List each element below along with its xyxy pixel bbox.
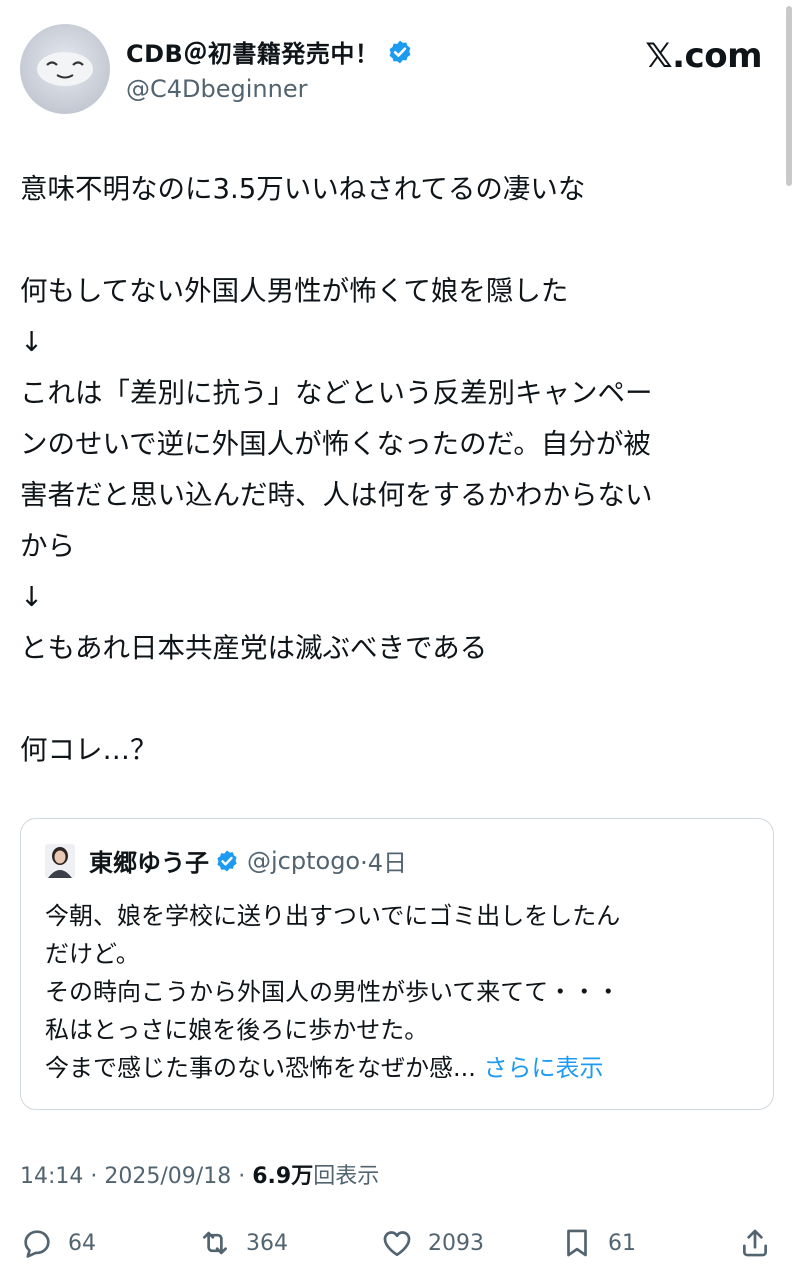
action-bar: 64 364 2093 61 (20, 1226, 776, 1270)
tweet-line: 何もしてない外国人男性が怖くて娘を隠した (20, 275, 569, 307)
like-button[interactable]: 2093 (380, 1226, 484, 1260)
tweet-header: CDB＠初書籍発売中！ @C4Dbeginner 𝕏.com (20, 24, 762, 116)
avatar[interactable] (20, 24, 110, 114)
share-button[interactable] (738, 1226, 772, 1260)
verified-badge-icon (217, 850, 237, 871)
quoted-time: ·4日 (360, 849, 408, 877)
quoted-line-last: 今まで感じた事のない恐怖をなぜか感... さらに表示 (45, 1049, 620, 1087)
author-handle[interactable]: @C4Dbeginner (126, 75, 413, 103)
tweet-line: 害者だと思い込んだ時、人は何をするかわからない (20, 479, 653, 511)
like-count: 2093 (428, 1230, 484, 1256)
tweet-line: ともあれ日本共産党は滅ぶべきである (20, 632, 488, 664)
quoted-line: 今まで感じた事のない恐怖をなぜか感... (45, 1054, 476, 1082)
tweet-line: これは「差別に抗う」などという反差別キャンペー (20, 377, 653, 409)
meta-separator: · (238, 1164, 246, 1189)
quoted-line: その時向こうから外国人の男性が歩いて来てて・・・ (45, 978, 621, 1006)
quoted-handle[interactable]: @jcptogo (247, 847, 360, 875)
heart-icon (383, 1231, 411, 1257)
quoted-avatar[interactable] (45, 843, 75, 878)
reply-button[interactable]: 64 (20, 1226, 96, 1260)
tweet-line: ↓ (20, 326, 44, 358)
bookmark-button[interactable]: 61 (560, 1226, 636, 1260)
view-count-suffix: 回表示 (313, 1164, 380, 1189)
tweet-line: 何コレ…？ (20, 734, 158, 766)
avatar-face-icon (37, 52, 93, 86)
quoted-body: 今朝、娘を学校に送り出すついでにゴミ出しをしたん だけど。 その時向こうから外国… (45, 897, 620, 1087)
quoted-line: だけど。 (45, 940, 140, 968)
quoted-display-name[interactable]: 東郷ゆう子 (89, 843, 209, 878)
retweet-button[interactable]: 364 (198, 1226, 288, 1260)
tweet-line: 意味不明なのに3.5万いいねされてるの凄いな (20, 173, 586, 205)
tweet-line: ↓ (20, 581, 44, 613)
retweet-icon (203, 1231, 227, 1255)
bookmark-icon (567, 1229, 587, 1257)
tweet-date[interactable]: 2025/09/18 (104, 1164, 231, 1189)
quoted-line: 今朝、娘を学校に送り出すついでにゴミ出しをしたん (45, 902, 621, 930)
reply-icon (24, 1230, 50, 1258)
quoted-line: 私はとっさに娘を後ろに歩かせた。 (45, 1016, 429, 1044)
quoted-tweet[interactable]: 東郷ゆう子 @jcptogo ·4日 今朝、娘を学校に送り出すついでにゴミ出しを… (20, 818, 774, 1110)
tweet-line: ンのせいで逆に外国人が怖くなったのだ。自分が被 (20, 428, 651, 460)
view-count: 6.9万 (252, 1164, 314, 1189)
verified-badge-icon (389, 40, 411, 63)
bookmark-count: 61 (608, 1230, 636, 1256)
retweet-count: 364 (246, 1230, 288, 1256)
tweet-body: 意味不明なのに3.5万いいねされてるの凄いな 何もしてない外国人男性が怖くて娘を隠… (20, 164, 780, 776)
scrollbar[interactable] (786, 6, 792, 186)
share-icon (743, 1229, 767, 1257)
tweet-time[interactable]: 14:14 (20, 1164, 83, 1189)
reply-count: 64 (68, 1230, 96, 1256)
show-more-link[interactable]: さらに表示 (484, 1054, 604, 1082)
meta-separator: · (90, 1164, 98, 1189)
author-display-name[interactable]: CDB＠初書籍発売中！ (126, 34, 379, 69)
tweet-line: から (20, 530, 75, 562)
tweet-meta: 14:14 · 2025/09/18 · 6.9万回表示 (20, 1158, 379, 1190)
person-photo-icon (45, 843, 75, 878)
x-com-logo: 𝕏.com (645, 36, 762, 76)
